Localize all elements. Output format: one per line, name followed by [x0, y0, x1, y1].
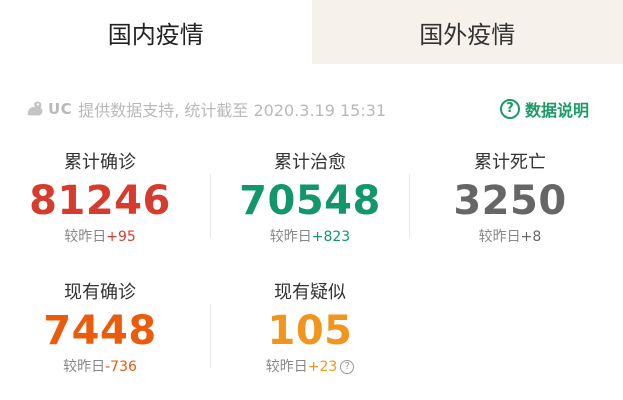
stat-delta: 较昨日+23?: [210, 356, 410, 378]
stat-confirmed-total: 累计确诊 81246 较昨日+95: [0, 150, 200, 266]
delta-value: +23: [307, 359, 338, 375]
delta-label: 较昨日: [478, 229, 521, 245]
stats-row-current: 现有确诊 7448 较昨日-736 现有疑似 105 较昨日+23?: [0, 280, 623, 396]
tab-international[interactable]: 国外疫情: [311, 0, 623, 64]
stat-delta: 较昨日-736: [0, 356, 200, 378]
question-circle-icon[interactable]: ?: [340, 360, 355, 374]
stat-confirmed-current: 现有确诊 7448 较昨日-736: [0, 280, 200, 396]
delta-value: +95: [106, 229, 136, 245]
stat-label: 累计死亡: [474, 152, 546, 173]
stat-value: 81246: [29, 178, 171, 224]
stat-suspected-current: 现有疑似 105 较昨日+23?: [210, 280, 410, 396]
stat-deaths-total: 累计死亡 3250 较昨日+8: [410, 150, 610, 266]
stat-label: 现有疑似: [274, 282, 346, 303]
stat-label: 累计确诊: [64, 152, 136, 173]
tab-domestic[interactable]: 国内疫情: [0, 0, 312, 64]
region-tabs: 国内疫情 国外疫情: [0, 0, 623, 64]
stat-label: 累计治愈: [274, 152, 346, 173]
data-source: UC 提供数据支持, 统计截至 2020.3.19 15:31: [24, 97, 386, 121]
uc-squirrel-icon: [27, 101, 43, 116]
stat-delta: 较昨日+95: [0, 226, 200, 248]
delta-value: +8: [520, 229, 542, 245]
data-explanation-link[interactable]: ? 数据说明: [499, 97, 589, 121]
delta-label: 较昨日: [64, 229, 107, 245]
stat-value: 105: [267, 308, 353, 354]
delta-value: -736: [105, 359, 137, 375]
uc-brand-label: UC: [48, 100, 73, 118]
stat-delta: 较昨日+823: [210, 226, 410, 248]
stats-row-totals: 累计确诊 81246 较昨日+95 累计治愈 70548 较昨日+823 累计死…: [0, 150, 623, 266]
stat-label: 现有确诊: [64, 282, 136, 303]
delta-label: 较昨日: [265, 359, 308, 375]
stat-value: 70548: [239, 178, 381, 224]
stat-value: 7448: [43, 308, 157, 354]
delta-label: 较昨日: [269, 229, 312, 245]
stat-value: 3250: [453, 178, 567, 224]
question-circle-icon: ?: [499, 99, 520, 119]
source-row: UC 提供数据支持, 统计截至 2020.3.19 15:31 ? 数据说明: [0, 94, 623, 124]
stat-cured-total: 累计治愈 70548 较昨日+823: [210, 150, 410, 266]
data-explanation-label: 数据说明: [524, 101, 589, 120]
stats-grid: 累计确诊 81246 较昨日+95 累计治愈 70548 较昨日+823 累计死…: [0, 150, 623, 396]
source-text: 提供数据支持, 统计截至 2020.3.19 15:31: [78, 101, 387, 120]
delta-label: 较昨日: [63, 359, 106, 375]
delta-value: +823: [311, 229, 351, 245]
stat-delta: 较昨日+8: [410, 226, 610, 248]
